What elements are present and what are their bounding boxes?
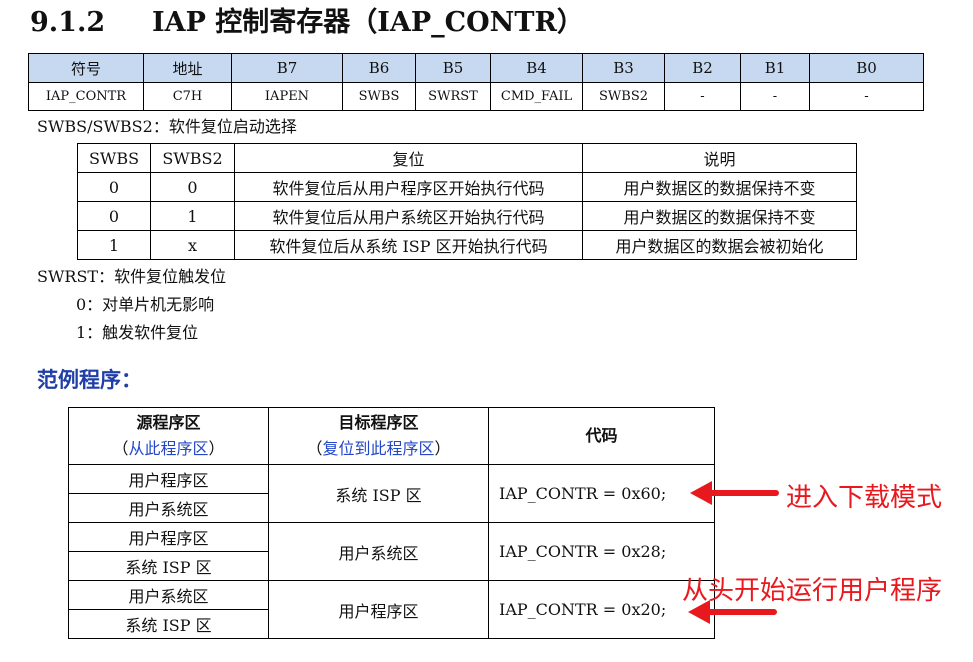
arrow-enter-download — [690, 481, 779, 505]
annotation-arrows — [688, 481, 779, 624]
annotation-enter-download: 进入下载模式 — [786, 483, 943, 513]
annotation-run-user: 从头开始运行用户程序 — [682, 576, 943, 606]
